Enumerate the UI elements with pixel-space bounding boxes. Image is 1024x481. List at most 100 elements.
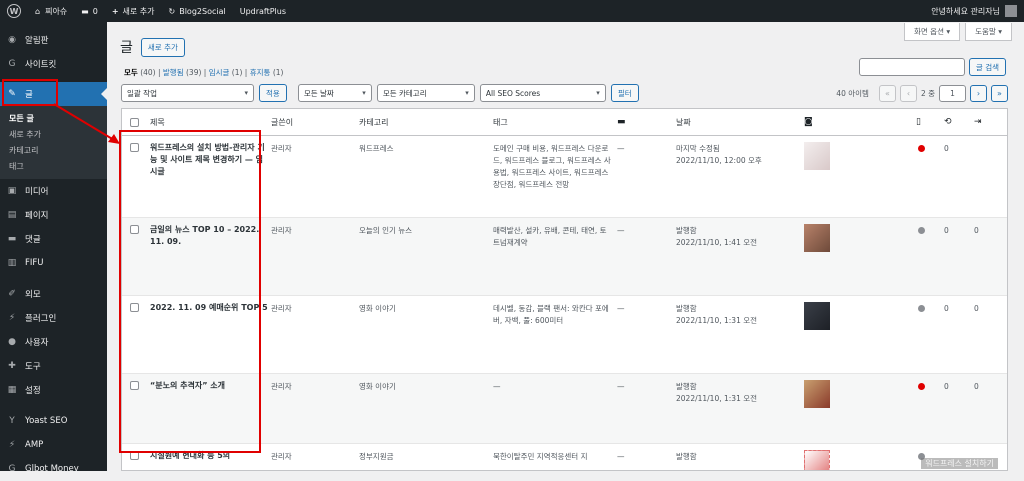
menu-item-label: 설정: [25, 386, 41, 396]
updraftplus-link[interactable]: UpdraftPlus: [233, 0, 293, 22]
menu-item-label: Yoast SEO: [25, 416, 68, 426]
seo-score-icon[interactable]: ▯: [916, 117, 921, 127]
post-tags[interactable]: 매력발산, 설카, 유배, 콘테, 태연, 토트넘재계약: [493, 225, 613, 249]
menu-item-tool[interactable]: ✚ 도구: [0, 354, 107, 378]
header-title[interactable]: 제목: [147, 117, 271, 128]
select-all-checkbox[interactable]: [130, 117, 139, 127]
post-thumbnail[interactable]: [804, 302, 830, 330]
next-page-button[interactable]: ›: [970, 84, 987, 102]
header-tags: 태그: [493, 117, 508, 127]
category-filter-value: 모든 카테고리: [382, 88, 427, 98]
site-name-link[interactable]: ⌂ 찌아슈: [28, 0, 74, 22]
search-input[interactable]: [858, 58, 965, 76]
post-category[interactable]: 워드프레스: [359, 144, 394, 153]
menu-item-page[interactable]: ▤ 페이지: [0, 203, 107, 227]
header-date[interactable]: 날짜: [676, 117, 804, 128]
filter-all[interactable]: 모두: [124, 68, 138, 77]
settings-icon: ▦: [7, 385, 17, 395]
current-page-input[interactable]: 1: [939, 84, 966, 102]
menu-item-media[interactable]: ▣ 미디어: [0, 179, 107, 203]
chevron-down-icon: ▾: [465, 89, 469, 97]
menu-item-dashboard[interactable]: ◉ 알림판: [0, 28, 107, 52]
menu-item-plugin[interactable]: ⚡ 플러그인: [0, 306, 107, 330]
chevron-down-icon: ▾: [596, 89, 600, 97]
post-thumbnail[interactable]: [804, 224, 830, 252]
menu-item-yoast[interactable]: Y Yoast SEO: [0, 409, 107, 433]
filter-button[interactable]: 필터: [610, 84, 639, 102]
dashboard-icon: ◉: [8, 35, 16, 45]
wordpress-logo-icon[interactable]: W: [0, 0, 28, 22]
post-category[interactable]: 영화 이야기: [359, 382, 396, 391]
post-tags[interactable]: —: [493, 381, 613, 393]
post-author[interactable]: 관리자: [271, 382, 292, 391]
menu-item-glbot[interactable]: G Glbot Money: [0, 457, 107, 481]
filter-trash[interactable]: 휴지통: [250, 68, 271, 77]
menu-item-fifu[interactable]: ▥ FIFU: [0, 251, 107, 275]
post-category[interactable]: 오늘의 인기 뉴스: [359, 226, 412, 235]
post-comments: —: [617, 452, 625, 461]
menu-item-label: 도구: [25, 362, 41, 372]
post-category[interactable]: 정부지원금: [359, 452, 394, 461]
internal-links-icon[interactable]: ⟲: [944, 117, 952, 127]
pagination: 40 아이템 « ‹ 2 중 1 › »: [836, 84, 1008, 102]
filter-draft[interactable]: 임시글: [209, 68, 230, 77]
post-author[interactable]: 관리자: [271, 304, 292, 313]
comment-icon: ▬: [7, 234, 17, 244]
comments-count: 0: [92, 6, 98, 16]
yoast-icon: Y: [9, 416, 15, 426]
menu-item-sitekit[interactable]: G 사이트킷: [0, 52, 107, 76]
post-thumbnail[interactable]: [804, 380, 830, 408]
items-count: 40 아이템: [836, 88, 869, 98]
post-date: 2022/11/10, 12:00 오후: [676, 156, 762, 165]
post-status: 발행함: [676, 226, 697, 235]
comment-bubble-icon[interactable]: ▬: [617, 117, 626, 127]
post-author[interactable]: 관리자: [271, 452, 292, 461]
help-button[interactable]: 도움말 ▾: [965, 23, 1012, 41]
new-content-label: 새로 추가: [122, 6, 155, 16]
post-category[interactable]: 영화 이야기: [359, 304, 396, 313]
post-thumbnail[interactable]: [804, 450, 830, 470]
blog2social-label: Blog2Social: [179, 6, 226, 16]
add-new-post-button[interactable]: 새로 추가: [140, 37, 185, 57]
submenu-tags[interactable]: 태그: [0, 158, 107, 174]
post-date: 2022/11/10, 1:41 오전: [676, 238, 758, 247]
post-author[interactable]: 관리자: [271, 144, 292, 153]
post-thumbnail[interactable]: [804, 142, 830, 170]
user-icon: ●: [8, 337, 16, 347]
first-page-button[interactable]: «: [878, 84, 896, 102]
seo-score-select[interactable]: All SEO Scores ▾: [479, 84, 606, 102]
admin-bar: W ⌂ 찌아슈 ▬ 0 + 새로 추가 ↻ Blog2Social Updraf…: [0, 0, 1024, 22]
date-filter-select[interactable]: 모든 날짜 ▾: [297, 84, 372, 102]
appearance-icon: ✐: [8, 289, 16, 299]
bulk-action-select[interactable]: 일괄 작업 ▾: [121, 84, 254, 102]
comments-link[interactable]: ▬ 0: [74, 0, 105, 22]
apply-button[interactable]: 적용: [259, 84, 287, 102]
prev-page-button[interactable]: ‹: [899, 84, 917, 102]
menu-item-settings[interactable]: ▦ 설정: [0, 378, 107, 402]
last-page-button[interactable]: »: [991, 84, 1008, 102]
blog2social-link[interactable]: ↻ Blog2Social: [162, 0, 233, 22]
page-total: 2 중: [920, 88, 935, 98]
incoming-links-icon[interactable]: ⇥: [974, 117, 982, 127]
search-posts-button[interactable]: 글 검색: [968, 58, 1006, 76]
page-title: 글: [120, 40, 133, 56]
post-tags[interactable]: 도메인 구매 비용, 워드프레스 다운로드, 워드프레스 블로그, 워드프레스 …: [493, 143, 613, 191]
post-author[interactable]: 관리자: [271, 226, 292, 235]
screen-options-button[interactable]: 화면 옵션 ▾: [904, 23, 961, 41]
filter-published[interactable]: 발행됨: [163, 68, 184, 77]
account-menu[interactable]: 안녕하세요 관리자님: [924, 0, 1024, 22]
post-comments: —: [617, 144, 625, 153]
menu-item-user[interactable]: ● 사용자: [0, 330, 107, 354]
menu-item-comment[interactable]: ▬ 댓글: [0, 227, 107, 251]
post-status: 발행함: [676, 304, 697, 313]
new-content-link[interactable]: + 새로 추가: [105, 0, 162, 22]
menu-item-appearance[interactable]: ✐ 외모: [0, 282, 107, 306]
updraftplus-label: UpdraftPlus: [239, 6, 287, 16]
post-tags[interactable]: 데시벨, 동감, 블랙 팬서: 와칸다 포에버, 자백, 풀: 600미터: [493, 303, 613, 327]
annotation-box-titles: [119, 130, 261, 453]
post-tags[interactable]: 북한이탈주민 지역적응센터 지: [493, 451, 613, 463]
category-filter-select[interactable]: 모든 카테고리 ▾: [376, 84, 475, 102]
status-filters: 모두 (40) | 발행됨 (39) | 임시글 (1) | 휴지통 (1): [124, 68, 284, 77]
menu-item-amp[interactable]: ⚡ AMP: [0, 433, 107, 457]
post-status: 마지막 수정됨: [676, 144, 720, 153]
